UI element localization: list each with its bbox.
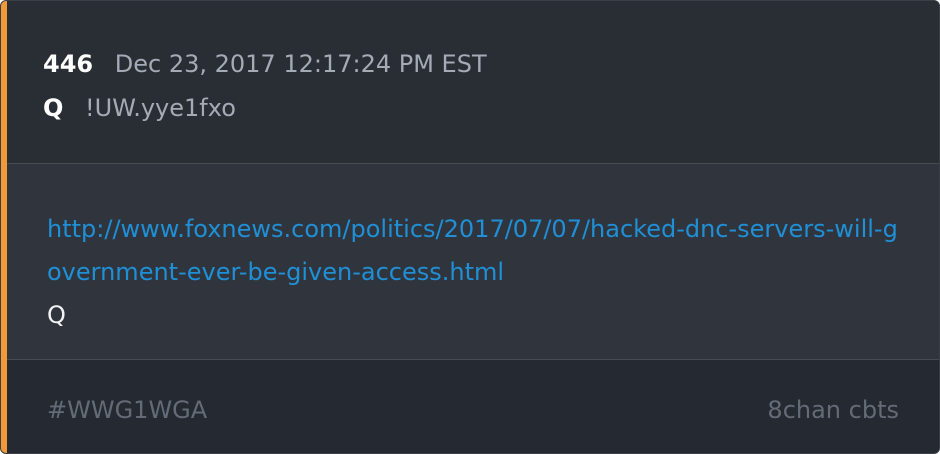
hashtag-label: #WWG1WGA [47, 396, 208, 424]
post-footer: #WWG1WGA 8chan cbts [7, 360, 939, 453]
source-label: 8chan cbts [767, 396, 899, 424]
post-signature: Q [47, 301, 66, 329]
post-card: 446 Dec 23, 2017 12:17:24 PM EST Q !UW.y… [0, 0, 940, 454]
author-tripcode: !UW.yye1fxo [85, 94, 236, 122]
post-number: 446 [43, 50, 94, 78]
post-meta: 446 Dec 23, 2017 12:17:24 PM EST [43, 49, 487, 79]
post-header: 446 Dec 23, 2017 12:17:24 PM EST Q !UW.y… [7, 1, 939, 164]
post-body: http://www.foxnews.com/politics/2017/07/… [7, 164, 939, 360]
author-line: Q !UW.yye1fxo [43, 93, 236, 123]
post-date: Dec 23, 2017 12:17:24 PM EST [114, 50, 487, 78]
author-name: Q [43, 94, 64, 122]
article-link[interactable]: http://www.foxnews.com/politics/2017/07/… [47, 208, 907, 294]
